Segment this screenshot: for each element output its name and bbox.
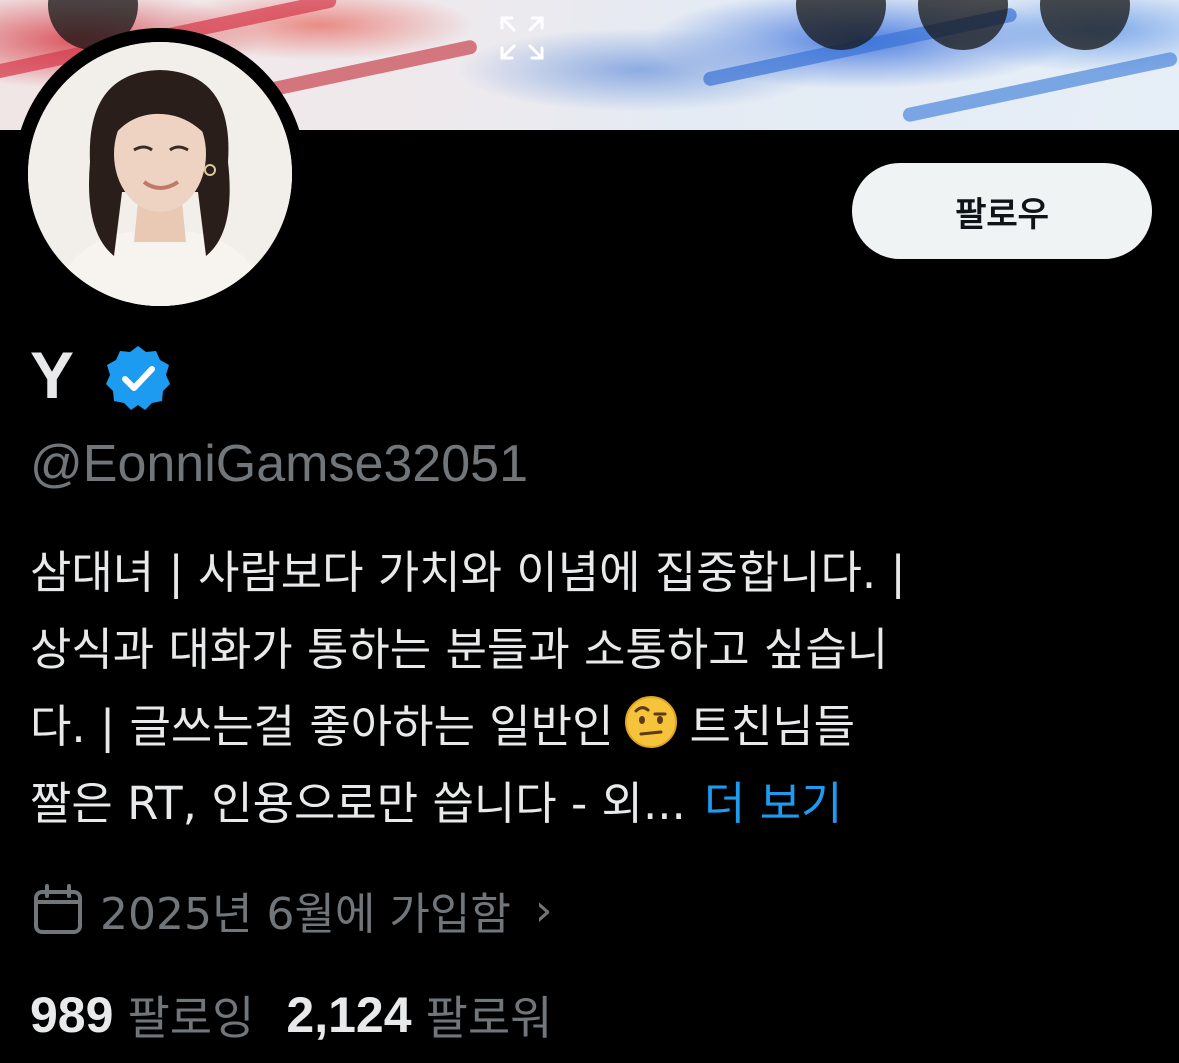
followers-count[interactable]: 2,124 — [286, 986, 411, 1044]
following-label[interactable]: 팔로잉 — [127, 982, 254, 1048]
following-count[interactable]: 989 — [30, 986, 113, 1044]
bio-line-text: 트친님들 — [689, 700, 856, 753]
raised-eyebrow-emoji-icon — [625, 696, 678, 748]
expand-icon[interactable] — [494, 10, 550, 66]
follow-stats: 989 팔로잉 2,124 팔로워 — [30, 980, 585, 1050]
user-handle: @EonniGamse32051 — [30, 435, 528, 493]
bio-line: 상식과 대화가 통하는 분들과 소통하고 싶습니 — [30, 623, 889, 676]
bio-line: 다. | 글쓰는걸 좋아하는 일반인 트친님들 — [30, 688, 1155, 765]
avatar[interactable] — [14, 28, 306, 320]
bio-line: 짤은 RT, 인용으로만 씁니다 - 외... 더 보기 — [30, 765, 1155, 842]
join-date-row[interactable]: 2025년 6월에 가입함 › — [30, 878, 552, 942]
profile-bio: 삼대녀 | 사람보다 가치와 이념에 집중합니다. | 상식과 대화가 통하는 … — [30, 534, 1155, 842]
show-more-link[interactable]: 더 보기 — [704, 777, 843, 830]
followers-label[interactable]: 팔로워 — [426, 982, 553, 1048]
calendar-icon — [34, 884, 82, 934]
banner-paint-streak — [901, 51, 1179, 123]
bio-line: 삼대녀 | 사람보다 가치와 이념에 집중합니다. | — [30, 546, 906, 599]
bio-line-text: 짤은 RT, 인용으로만 씁니다 - 외... — [30, 777, 686, 830]
join-date-text: 2025년 6월에 가입함 — [100, 889, 511, 940]
chevron-right-icon: › — [534, 884, 553, 936]
more-button[interactable] — [1040, 0, 1130, 50]
display-name: Y — [30, 338, 75, 412]
bio-line-text: 다. | 글쓰는걸 좋아하는 일반인 — [30, 700, 614, 753]
share-button[interactable] — [918, 0, 1008, 50]
verified-badge-icon[interactable] — [102, 342, 174, 414]
avatar-photo — [28, 42, 292, 306]
follow-button[interactable]: 팔로우 — [852, 163, 1152, 259]
